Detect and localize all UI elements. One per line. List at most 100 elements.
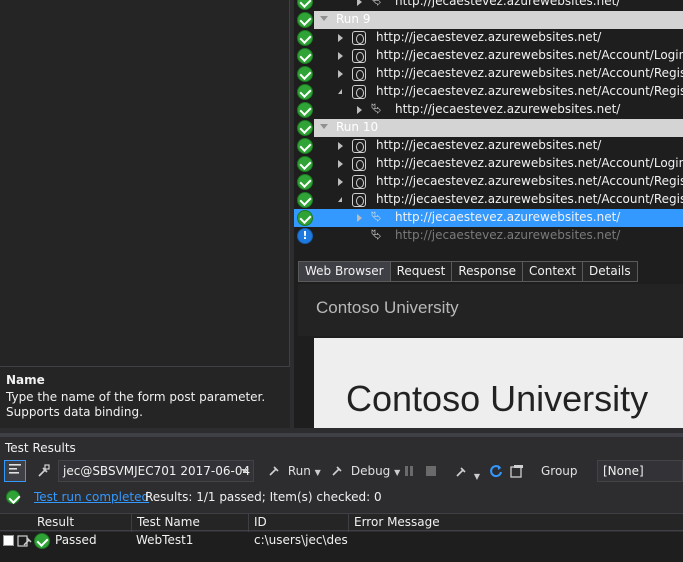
column-divider[interactable] [248, 514, 249, 532]
stop-button[interactable] [426, 460, 438, 482]
request-row[interactable]: http://jecaestevez.azurewebsites.net/ [294, 29, 683, 47]
refresh-button[interactable] [489, 460, 505, 482]
redirect-icon: ⮱ [371, 228, 382, 243]
row-checkbox[interactable] [3, 535, 14, 546]
web-test-results-panel: ⮱ http://jecaestevez.azurewebsites.net/Ru… [294, 0, 683, 428]
expanded-arrow-icon[interactable] [338, 89, 342, 94]
run-tests-icon [269, 466, 279, 476]
debug-tests-icon [332, 466, 342, 476]
request-row[interactable]: ! ⮱ http://jecaestevez.azurewebsites.net/ [294, 227, 683, 245]
open-result-button[interactable] [510, 460, 526, 482]
refresh-icon [490, 465, 502, 478]
request-row[interactable]: http://jecaestevez.azurewebsites.net/Acc… [294, 83, 683, 101]
request-row[interactable]: http://jecaestevez.azurewebsites.net/Acc… [294, 155, 683, 173]
expand-arrow-icon[interactable] [338, 52, 343, 60]
passed-icon [34, 533, 50, 549]
chevron-down-icon [241, 469, 249, 473]
request-row[interactable]: http://jecaestevez.azurewebsites.net/Acc… [294, 47, 683, 65]
redirect-icon: ⮱ [371, 210, 382, 225]
site-heading: Contoso University [346, 378, 649, 419]
expand-arrow-icon[interactable] [338, 178, 343, 186]
request-tree: ⮱ http://jecaestevez.azurewebsites.net/Ru… [294, 0, 683, 252]
passed-icon [297, 102, 313, 118]
detail-tabs: Web Browser Request Response Context Det… [298, 261, 638, 282]
window-icon [510, 465, 523, 478]
expand-arrow-icon[interactable] [357, 214, 362, 222]
request-row[interactable]: http://jecaestevez.azurewebsites.net/Acc… [294, 65, 683, 83]
result-cell: Passed [55, 533, 97, 547]
filter-toggle-button[interactable] [4, 460, 26, 482]
properties-panel: Name Type the name of the form post para… [0, 0, 290, 428]
expand-arrow-icon[interactable] [338, 160, 343, 168]
request-url: http://jecaestevez.azurewebsites.net/Acc… [376, 48, 683, 62]
tab-context[interactable]: Context [523, 261, 584, 282]
request-url: http://jecaestevez.azurewebsites.net/ [395, 210, 621, 224]
run-button[interactable]: Run ▼ [268, 460, 326, 482]
collapse-arrow-icon[interactable] [320, 124, 328, 129]
run-button-label: Run [287, 464, 311, 478]
test-run-completed-link[interactable]: Test run completed [34, 490, 149, 504]
request-url: http://jecaestevez.azurewebsites.net/ [395, 102, 621, 116]
passed-icon [6, 490, 20, 504]
property-description-text: Type the name of the form post parameter… [6, 390, 266, 419]
tab-response[interactable]: Response [452, 261, 523, 282]
test-run-icon [38, 464, 50, 477]
redirect-icon: ⮱ [371, 0, 382, 9]
request-row[interactable]: http://jecaestevez.azurewebsites.net/ [294, 137, 683, 155]
analyze-button[interactable]: ▼ [454, 460, 486, 482]
expand-arrow-icon[interactable] [338, 34, 343, 42]
request-url: http://jecaestevez.azurewebsites.net/ [395, 0, 621, 8]
test-run-select[interactable]: jec@SBSVMJEC701 2017-06-04 16 [58, 460, 254, 482]
expanded-arrow-icon[interactable] [338, 197, 342, 202]
pause-button[interactable] [404, 460, 416, 482]
request-url: http://jecaestevez.azurewebsites.net/Acc… [376, 174, 683, 188]
test-results-status: Test run completed Results: 1/1 passed; … [0, 486, 683, 510]
run-group-header[interactable]: Run 10 [314, 119, 683, 137]
run-group-header[interactable]: Run 9 [314, 11, 683, 29]
expand-arrow-icon[interactable] [338, 142, 343, 150]
column-header-test-name[interactable]: Test Name [137, 515, 200, 529]
test-results-title-bar: Test Results [0, 433, 683, 455]
column-header-id[interactable]: ID [254, 515, 267, 529]
passed-icon [297, 192, 313, 208]
column-header-result[interactable]: Result [37, 515, 74, 529]
tab-web-browser[interactable]: Web Browser [298, 261, 391, 282]
passed-icon [297, 12, 313, 28]
request-row[interactable]: http://jecaestevez.azurewebsites.net/Acc… [294, 191, 683, 209]
column-header-error-message[interactable]: Error Message [354, 515, 440, 529]
request-row[interactable]: http://jecaestevez.azurewebsites.net/Acc… [294, 173, 683, 191]
expand-arrow-icon[interactable] [357, 0, 362, 6]
web-request-icon [352, 67, 366, 81]
id-cell: c:\users\jec\deskto [254, 533, 348, 547]
request-url: http://jecaestevez.azurewebsites.net/ [395, 228, 621, 242]
run-group-row[interactable]: Run 9 [294, 11, 683, 29]
test-run-select-value: jec@SBSVMJEC701 2017-06-04 16 [63, 464, 254, 478]
request-row[interactable]: ⮱ http://jecaestevez.azurewebsites.net/ [294, 0, 683, 11]
column-divider[interactable] [348, 514, 349, 532]
test-name-cell: WebTest1 [136, 533, 194, 547]
run-group-row[interactable]: Run 10 [294, 119, 683, 137]
site-navbar: Contoso University [298, 284, 683, 336]
test-settings-button[interactable] [36, 460, 54, 482]
collapse-arrow-icon[interactable] [320, 16, 328, 21]
passed-icon [297, 0, 313, 10]
request-url: http://jecaestevez.azurewebsites.net/Acc… [376, 156, 683, 170]
property-description: Name Type the name of the form post para… [0, 366, 290, 428]
tab-details[interactable]: Details [583, 261, 638, 282]
debug-button[interactable]: Debug ▼ [331, 460, 401, 482]
group-by-select[interactable]: [None] [597, 460, 683, 482]
request-row[interactable]: ⮱ http://jecaestevez.azurewebsites.net/ [294, 101, 683, 119]
pause-icon [405, 466, 413, 476]
web-request-icon [352, 157, 366, 171]
test-results-toolbar: jec@SBSVMJEC701 2017-06-04 16 Run ▼ Debu… [0, 458, 683, 500]
results-grid-header: Result Test Name ID Error Message [0, 513, 683, 532]
request-row[interactable]: ⮱ http://jecaestevez.azurewebsites.net/ [294, 209, 683, 227]
expand-arrow-icon[interactable] [357, 106, 362, 114]
expand-arrow-icon[interactable] [338, 70, 343, 78]
table-row[interactable]: Passed WebTest1 c:\users\jec\deskto [0, 532, 683, 550]
passed-icon [297, 210, 313, 226]
filter-icon [9, 464, 21, 474]
column-divider[interactable] [131, 514, 132, 532]
tab-request[interactable]: Request [390, 261, 453, 282]
chevron-down-icon: ▼ [473, 472, 480, 481]
